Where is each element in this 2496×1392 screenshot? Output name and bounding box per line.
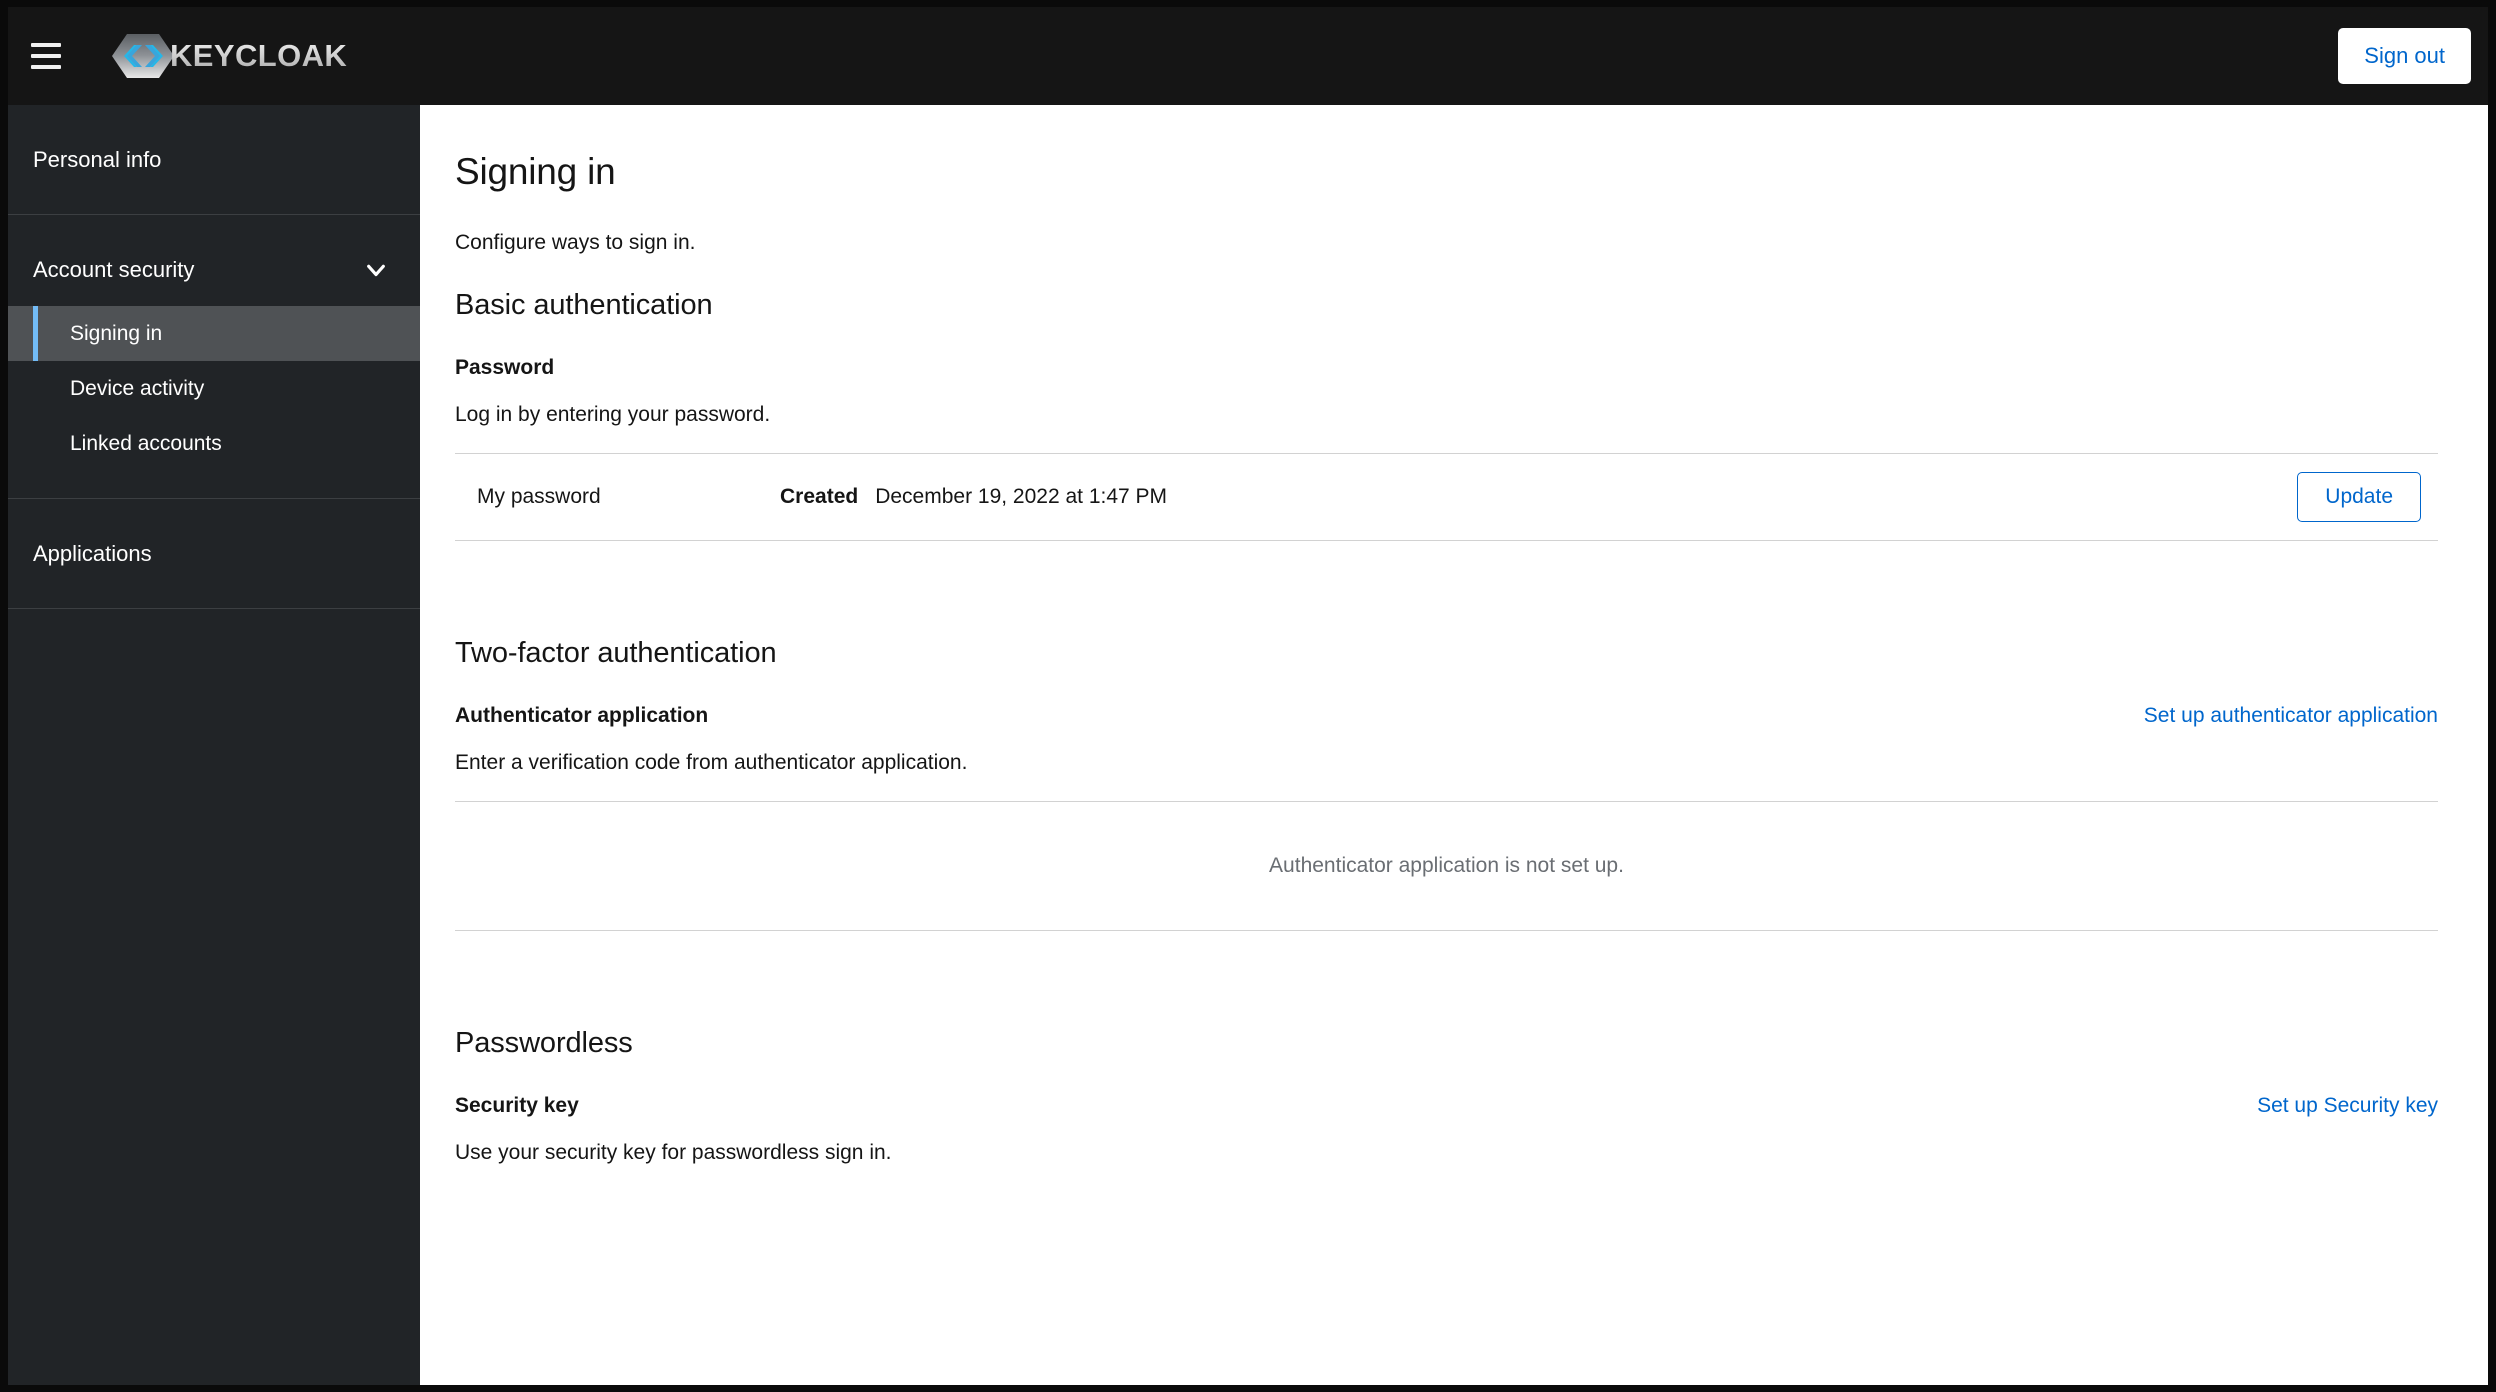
section-divider <box>455 540 2438 541</box>
sidebar-item-applications[interactable]: Applications <box>8 526 420 581</box>
security-key-head-row: Security key Set up Security key <box>455 1094 2438 1118</box>
sidebar-item-signing-in[interactable]: Signing in <box>8 306 420 361</box>
section-passwordless: Passwordless Security key Set up Securit… <box>455 1027 2438 1165</box>
sidebar-group-applications: Applications <box>8 526 420 581</box>
sidebar-item-label: Personal info <box>33 146 162 172</box>
brand-logo[interactable]: KEYCLOAK <box>110 31 347 81</box>
credential-row-password: My password Created December 19, 2022 at… <box>455 454 2438 540</box>
sidebar-item-account-security[interactable]: Account security <box>8 242 420 297</box>
sidebar-group-account-security: Account security Signing in Device activ… <box>8 242 420 498</box>
page-subtitle: Configure ways to sign in. <box>455 231 696 254</box>
sidebar-subitem-label: Linked accounts <box>70 431 222 455</box>
section-two-factor-authentication: Two-factor authentication Authenticator … <box>455 637 2438 931</box>
sidebar-item-label: Account security <box>33 256 195 282</box>
section-divider <box>455 930 2438 931</box>
page-title: Signing in <box>455 151 616 192</box>
sidebar-item-label: Applications <box>33 540 152 566</box>
main-content: Signing in Configure ways to sign in. Ba… <box>420 105 2488 1385</box>
sidebar-subitem-label: Device activity <box>70 376 205 400</box>
password-description: Log in by entering your password. <box>455 403 771 426</box>
credential-created-key: Created <box>780 485 859 508</box>
section-basic-authentication: Basic authentication Password Log in by … <box>455 289 2438 541</box>
authenticator-empty-state: Authenticator application is not set up. <box>1269 854 1624 877</box>
security-key-sub-head: Security key <box>455 1094 579 1117</box>
sidebar-divider <box>8 608 420 609</box>
keycloak-logo-icon <box>112 34 174 78</box>
credential-label: My password <box>477 485 601 508</box>
hamburger-bar <box>31 54 61 58</box>
brand-name: KEYCLOAK <box>170 38 348 73</box>
section-title-two-factor: Two-factor authentication <box>455 637 777 669</box>
authenticator-sub-head: Authenticator application <box>455 704 709 727</box>
section-title-basic-auth: Basic authentication <box>455 289 713 321</box>
sidebar-divider <box>8 214 420 215</box>
account-console-window: KEYCLOAK Sign out Personal info Account … <box>8 7 2488 1385</box>
security-key-description: Use your security key for passwordless s… <box>455 1141 892 1164</box>
sidebar-nav: Personal info Account security Signing i… <box>8 105 420 1385</box>
password-sub-head: Password <box>455 356 555 379</box>
password-head-row: Password <box>455 356 2438 380</box>
sidebar-subitem-label: Signing in <box>70 321 163 345</box>
sidebar-item-linked-accounts[interactable]: Linked accounts <box>8 416 420 471</box>
hamburger-bar <box>31 65 61 69</box>
hamburger-bar <box>31 43 61 47</box>
hamburger-menu-icon[interactable] <box>16 26 76 86</box>
sign-out-button[interactable]: Sign out <box>2338 28 2471 84</box>
authenticator-head-row: Authenticator application Set up authent… <box>455 704 2438 728</box>
sidebar-subnav: Signing in Device activity Linked accoun… <box>8 297 420 498</box>
sidebar-group-personal: Personal info <box>8 132 420 187</box>
authenticator-description: Enter a verification code from authentic… <box>455 751 968 774</box>
sidebar-item-device-activity[interactable]: Device activity <box>8 361 420 416</box>
sidebar-divider <box>8 498 420 499</box>
update-password-button[interactable]: Update <box>2297 472 2421 522</box>
setup-authenticator-application-link[interactable]: Set up authenticator application <box>2144 704 2438 728</box>
setup-security-key-link[interactable]: Set up Security key <box>2257 1094 2438 1118</box>
chevron-down-icon <box>367 264 385 276</box>
sidebar-item-personal-info[interactable]: Personal info <box>8 132 420 187</box>
masthead: KEYCLOAK Sign out <box>8 7 2488 105</box>
credential-created-value: December 19, 2022 at 1:47 PM <box>875 485 1168 508</box>
section-title-passwordless: Passwordless <box>455 1027 633 1059</box>
